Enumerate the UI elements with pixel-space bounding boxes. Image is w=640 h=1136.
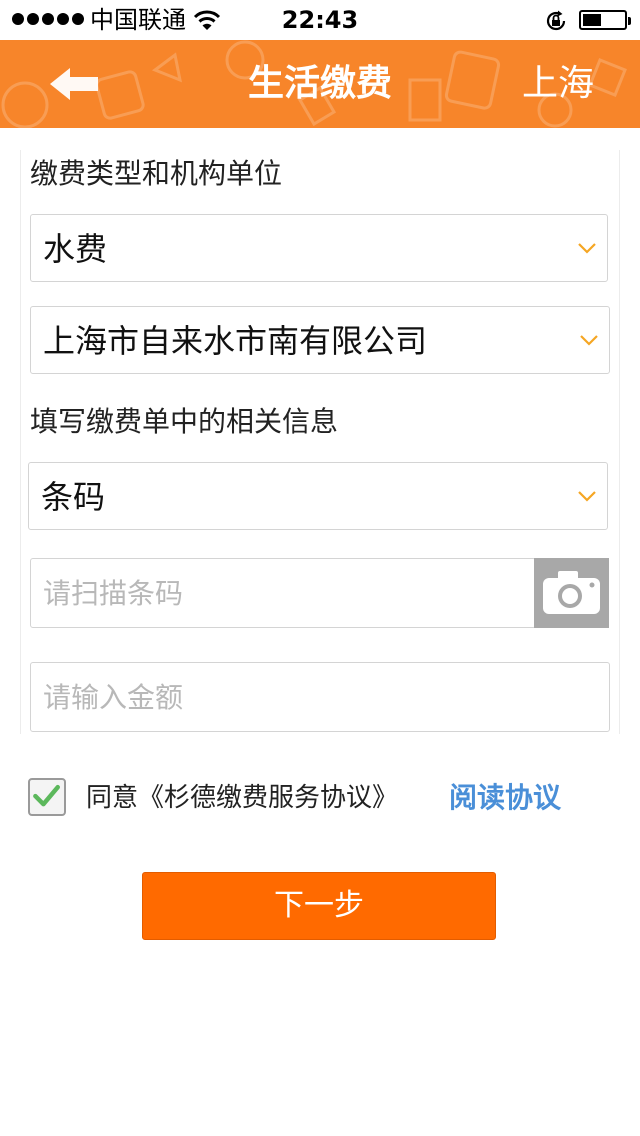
barcode-field[interactable]	[30, 558, 536, 628]
camera-icon	[543, 571, 600, 614]
section-label-bill-info: 填写缴费单中的相关信息	[30, 405, 339, 438]
read-agreement-link[interactable]: 阅读协议	[449, 780, 561, 816]
chevron-down-icon	[578, 491, 596, 502]
chevron-down-icon	[580, 335, 598, 346]
amount-input[interactable]	[31, 663, 609, 731]
checkmark-icon	[33, 784, 60, 807]
battery-icon	[579, 10, 631, 30]
barcode-input[interactable]	[31, 559, 535, 627]
amount-field[interactable]	[30, 662, 610, 732]
code-type-select[interactable]: 条码	[28, 462, 608, 530]
chevron-down-icon	[578, 243, 596, 254]
code-type-value: 条码	[41, 478, 106, 516]
nav-bar: 生活缴费 上海	[0, 40, 640, 128]
agreement-checkbox[interactable]	[28, 778, 66, 816]
institution-select[interactable]: 上海市自来水市南有限公司	[30, 306, 610, 374]
status-bar: 中国联通 22:43	[0, 0, 640, 40]
payment-type-select[interactable]: 水费	[30, 214, 608, 282]
scan-camera-button[interactable]	[534, 558, 609, 628]
next-step-button[interactable]: 下一步	[142, 872, 496, 940]
city-selector[interactable]: 上海	[522, 62, 594, 106]
rotation-lock-icon	[546, 10, 566, 31]
institution-value: 上海市自来水市南有限公司	[43, 322, 428, 360]
payment-type-value: 水费	[43, 230, 108, 268]
section-label-payment-type: 缴费类型和机构单位	[30, 157, 283, 190]
agreement-text: 同意《杉德缴费服务协议》	[86, 783, 399, 813]
